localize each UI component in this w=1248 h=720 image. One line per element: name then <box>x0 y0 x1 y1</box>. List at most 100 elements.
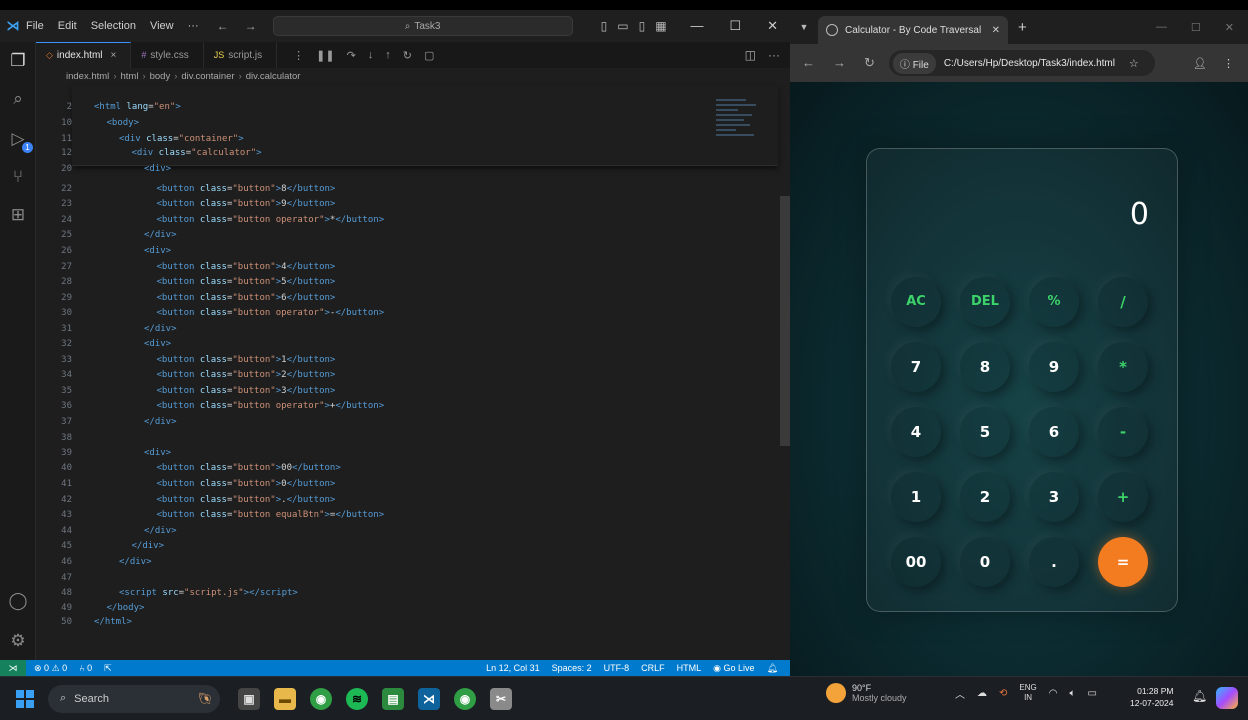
copilot-icon[interactable] <box>1216 687 1238 709</box>
search-icon[interactable]: ⌕ <box>7 88 29 110</box>
tab-script-js[interactable]: JS script.js <box>204 42 278 68</box>
bookmark-star-icon[interactable]: ☆ <box>1129 57 1139 70</box>
breadcrumb-item[interactable]: div.container <box>181 71 234 82</box>
menu-item[interactable]: Selection <box>91 20 136 32</box>
calc-button-6[interactable]: 6 <box>1029 407 1079 457</box>
notification-bell-icon[interactable]: 🔔︎ <box>1192 689 1207 703</box>
menu-item[interactable]: File <box>26 20 44 32</box>
onedrive-cloud-icon[interactable]: ☁ <box>977 688 987 699</box>
breadcrumb-item[interactable]: div.calculator <box>246 71 301 82</box>
close-icon[interactable]: ✕ <box>1225 21 1234 34</box>
toggle-panel-icon[interactable]: ▭ <box>617 19 628 33</box>
calc-button-2[interactable]: 2 <box>960 472 1010 522</box>
pause-icon[interactable]: ❚❚ <box>316 49 334 62</box>
calc-button-plus[interactable]: + <box>1098 472 1148 522</box>
code-line[interactable]: <div class="calculator"> <box>132 148 262 158</box>
menu-item[interactable]: View <box>150 20 174 32</box>
code-line[interactable]: <button class="button">6</button> <box>157 293 336 303</box>
customize-layout-icon[interactable]: ▦ <box>655 19 666 33</box>
forward-arrow-icon[interactable]: → <box>833 55 846 71</box>
profile-icon[interactable]: 👤︎ <box>1193 57 1207 70</box>
calc-button-ac[interactable]: AC <box>891 277 941 327</box>
code-line[interactable]: <button class="button">2</button> <box>157 370 336 380</box>
reload-icon[interactable]: ↻ <box>864 55 875 71</box>
stop-icon[interactable]: ▢ <box>424 49 434 62</box>
chrome-tab-calculator[interactable]: Calculator - By Code Traversal ✕ <box>818 16 1008 44</box>
volume-icon[interactable]: 🔈︎ <box>1069 688 1075 699</box>
extensions-icon[interactable]: ⊞ <box>7 204 29 226</box>
chrome-menu-icon[interactable]: ⋮ <box>1223 57 1234 70</box>
encoding[interactable]: UTF-8 <box>604 663 630 674</box>
calc-button-8[interactable]: 8 <box>960 342 1010 392</box>
live-share-icon[interactable]: ⇱ <box>104 663 112 674</box>
step-into-icon[interactable]: ↓ <box>368 49 374 62</box>
code-line[interactable]: </div> <box>132 541 165 551</box>
taskbar-clock[interactable]: 01:28 PM 12-07-2024 <box>1130 685 1173 709</box>
split-editor-icon[interactable]: ◫ <box>745 48 756 62</box>
minimap[interactable] <box>716 96 762 150</box>
chrome-app-icon[interactable]: ◉ <box>310 687 332 710</box>
taskbar-search[interactable]: ⌕ Search 🐚︎ <box>48 684 220 713</box>
ports-indicator[interactable]: ⑃ 0 <box>79 663 92 674</box>
code-line[interactable]: <button class="button">8</button> <box>157 184 336 194</box>
vscode-app-icon[interactable]: ⋊ <box>418 687 440 710</box>
calc-button-9[interactable]: 9 <box>1029 342 1079 392</box>
code-line[interactable]: </html> <box>94 617 132 627</box>
calc-button-4[interactable]: 4 <box>891 407 941 457</box>
back-arrow-icon[interactable]: ← <box>217 19 229 33</box>
code-line[interactable]: <button class="button">4</button> <box>157 262 336 272</box>
spotify-icon[interactable]: ≋ <box>346 687 368 710</box>
menu-item[interactable]: ··· <box>188 20 199 32</box>
code-line[interactable]: <body> <box>107 118 140 128</box>
close-icon[interactable]: ✕ <box>767 18 778 34</box>
breadcrumb-item[interactable]: html <box>120 71 138 82</box>
file-explorer-icon[interactable]: ▬ <box>274 687 296 710</box>
calc-button-minus[interactable]: - <box>1098 407 1148 457</box>
calc-button-1[interactable]: 1 <box>891 472 941 522</box>
breadcrumb-item[interactable]: body <box>150 71 171 82</box>
menu-item[interactable]: Edit <box>58 20 77 32</box>
editor-scrollbar[interactable] <box>780 196 790 446</box>
toggle-sidebar-icon[interactable]: ▯ <box>601 19 608 33</box>
app-tray-icon[interactable]: ⟲ <box>999 688 1007 699</box>
maximize-icon[interactable]: ☐ <box>729 18 741 34</box>
restart-icon[interactable]: ↻ <box>403 49 412 62</box>
battery-icon[interactable]: ▭ <box>1087 688 1096 699</box>
show-hidden-icons-chevron-icon[interactable]: ︿ <box>955 686 965 701</box>
code-line[interactable]: <html lang="en"> <box>94 102 181 112</box>
new-tab-plus-icon[interactable]: + <box>1018 19 1027 36</box>
calc-button-0[interactable]: 0 <box>960 537 1010 587</box>
calc-button-00[interactable]: 00 <box>891 537 941 587</box>
code-line[interactable]: <button class="button">.</button> <box>157 495 336 505</box>
windows-start-icon[interactable] <box>16 689 34 708</box>
code-line[interactable]: <button class="button equalBtn">=</butto… <box>157 510 385 520</box>
code-line[interactable]: <button class="button">00</button> <box>157 463 341 473</box>
code-line[interactable]: <div> <box>144 164 171 174</box>
code-line[interactable]: <div> <box>144 339 171 349</box>
line-ending[interactable]: CRLF <box>641 663 665 674</box>
address-bar[interactable]: ⓘ File C:/Users/Hp/Desktop/Task3/index.h… <box>888 50 1155 76</box>
toggle-secondary-sidebar-icon[interactable]: ▯ <box>639 19 646 33</box>
calc-button-7[interactable]: 7 <box>891 342 941 392</box>
snipping-tool-icon[interactable]: ✂ <box>490 687 512 710</box>
file-info-chip[interactable]: ⓘ File <box>892 52 936 74</box>
code-line[interactable]: </div> <box>144 324 177 334</box>
calc-button-del[interactable]: DEL <box>960 277 1010 327</box>
calc-button-equals[interactable]: = <box>1098 537 1148 587</box>
calc-button-multiply[interactable]: * <box>1098 342 1148 392</box>
code-line[interactable]: <div> <box>144 448 171 458</box>
drag-handle-icon[interactable]: ⋮ <box>293 49 304 62</box>
tab-search-dropdown-icon[interactable]: ▼ <box>790 22 818 32</box>
code-line[interactable]: </div> <box>119 557 152 567</box>
step-over-icon[interactable]: ↷ <box>347 49 356 62</box>
cursor-position[interactable]: Ln 12, Col 31 <box>486 663 540 674</box>
language-mode[interactable]: HTML <box>677 663 702 674</box>
calc-button-3[interactable]: 3 <box>1029 472 1079 522</box>
chrome-app-icon-2[interactable]: ◉ <box>454 687 476 710</box>
step-out-icon[interactable]: ↑ <box>385 49 391 62</box>
code-line[interactable]: <div class="container"> <box>119 134 244 144</box>
code-line[interactable]: </div> <box>144 417 177 427</box>
indentation[interactable]: Spaces: 2 <box>552 663 592 674</box>
wifi-icon[interactable]: ◠ <box>1049 688 1058 699</box>
calc-button-percent[interactable]: % <box>1029 277 1079 327</box>
